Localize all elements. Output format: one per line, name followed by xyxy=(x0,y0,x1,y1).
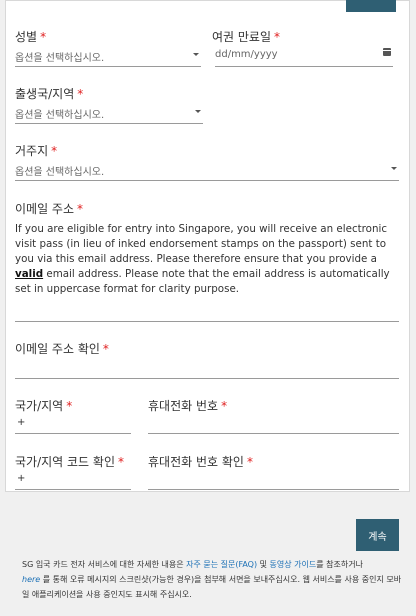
country-code-confirm-label-text: 국가/지역 코드 확인 xyxy=(15,455,115,469)
email-input[interactable] xyxy=(15,321,399,322)
country-of-birth-select[interactable]: 옵션을 선택하십시오. xyxy=(15,102,203,124)
email-confirm-input[interactable] xyxy=(15,378,399,379)
email-description: If you are eligible for entry into Singa… xyxy=(15,222,401,297)
email-description-part-1: If you are eligible for entry into Singa… xyxy=(15,223,387,265)
chevron-down-icon xyxy=(391,167,397,170)
gender-label: 성별 * xyxy=(15,28,46,45)
country-code-prefix: + xyxy=(17,417,26,428)
country-code-label: 국가/지역 * xyxy=(15,397,72,414)
calendar-icon[interactable] xyxy=(383,48,391,56)
chevron-down-icon xyxy=(193,53,199,56)
continue-button[interactable]: 계속 xyxy=(356,519,399,551)
required-mark: * xyxy=(40,30,47,44)
email-label: 이메일 주소 * xyxy=(15,200,83,217)
email-description-valid: valid xyxy=(15,268,44,280)
gender-select[interactable]: 옵션을 선택하십시오. xyxy=(15,45,201,67)
gender-placeholder: 옵션을 선택하십시오. xyxy=(15,53,105,64)
required-mark: * xyxy=(118,455,124,469)
footer-text-3: 를 참조하거나 xyxy=(316,560,363,569)
required-mark: * xyxy=(77,87,84,101)
country-code-label-text: 국가/지역 xyxy=(15,399,64,413)
country-code-confirm-prefix: + xyxy=(17,473,26,484)
mobile-confirm-label: 휴대전화 번호 확인 * xyxy=(148,453,253,470)
required-mark: * xyxy=(51,144,58,158)
mobile-confirm-input[interactable] xyxy=(148,489,399,490)
country-code-input[interactable] xyxy=(15,433,131,434)
residence-label-text: 거주지 xyxy=(15,144,49,158)
email-label-text: 이메일 주소 xyxy=(15,202,75,216)
required-mark: * xyxy=(102,342,109,356)
passport-expiry-label: 여권 만료일 * xyxy=(212,28,280,45)
mobile-label: 휴대전화 번호 * xyxy=(148,397,227,414)
country-of-birth-label: 출생국/지역 * xyxy=(15,85,83,102)
here-link[interactable]: here xyxy=(22,575,40,584)
country-of-birth-placeholder: 옵션을 선택하십시오. xyxy=(15,110,105,121)
country-code-confirm-label: 국가/지역 코드 확인 * xyxy=(15,453,124,470)
residence-label: 거주지 * xyxy=(15,142,57,159)
chevron-down-icon xyxy=(195,110,201,113)
gender-label-text: 성별 xyxy=(15,30,38,44)
required-mark: * xyxy=(246,455,253,469)
mobile-label-text: 휴대전화 번호 xyxy=(148,399,219,413)
email-confirm-label-text: 이메일 주소 확인 xyxy=(15,342,100,356)
email-confirm-label: 이메일 주소 확인 * xyxy=(15,340,109,357)
footer-text-1: SG 입국 카드 전자 서비스에 대한 자세한 내용은 xyxy=(22,560,187,569)
residence-placeholder: 옵션을 선택하십시오. xyxy=(15,167,105,178)
email-description-part-2: email address. Please note that the emai… xyxy=(15,268,390,295)
footer-text-4: 를 통해 오류 메시지의 스크린샷(가능한 경우)을 첨부해 서면을 보내주십시… xyxy=(22,575,402,599)
passport-expiry-label-text: 여권 만료일 xyxy=(212,30,272,44)
required-mark: * xyxy=(77,202,84,216)
passport-expiry-input[interactable]: dd/mm/yyyy xyxy=(215,45,393,67)
country-code-confirm-input[interactable] xyxy=(15,489,131,490)
help-footer: SG 입국 카드 전자 서비스에 대한 자세한 내용은 자주 묻는 질문(FAQ… xyxy=(22,557,406,602)
mobile-input[interactable] xyxy=(148,433,399,434)
required-mark: * xyxy=(221,399,228,413)
video-guide-link[interactable]: 동영상 가이드 xyxy=(270,560,317,569)
faq-link[interactable]: 자주 묻는 질문(FAQ) xyxy=(186,560,257,569)
required-mark: * xyxy=(66,399,73,413)
residence-select[interactable]: 옵션을 선택하십시오. xyxy=(15,159,399,181)
top-button-edge[interactable] xyxy=(346,0,396,12)
footer-text-2: 및 xyxy=(257,560,270,569)
mobile-confirm-label-text: 휴대전화 번호 확인 xyxy=(148,455,244,469)
required-mark: * xyxy=(274,30,281,44)
passport-expiry-placeholder: dd/mm/yyyy xyxy=(215,49,278,60)
country-of-birth-label-text: 출생국/지역 xyxy=(15,87,75,101)
